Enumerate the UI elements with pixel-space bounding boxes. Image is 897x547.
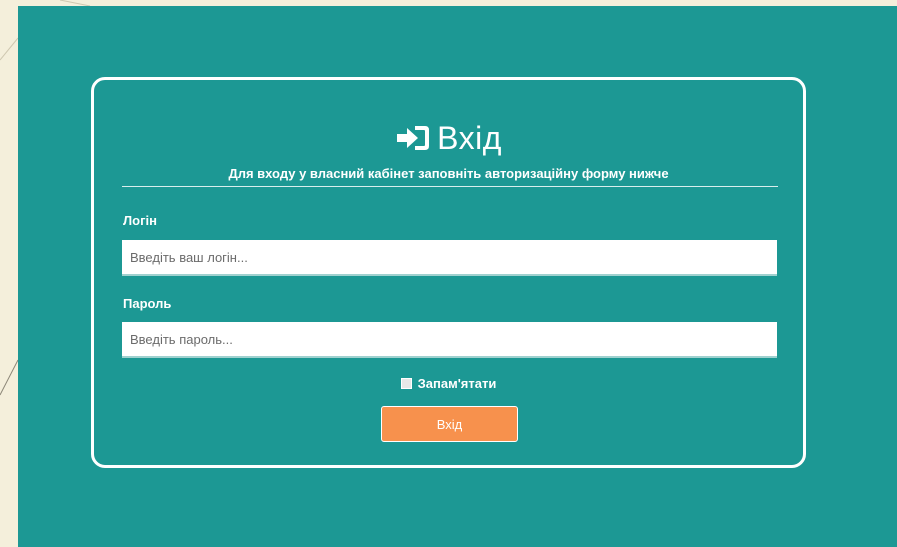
remember-me: Запам'ятати [94,376,803,391]
login-title-text: Вхід [437,119,502,156]
remember-me-checkbox[interactable] [400,378,412,389]
login-input[interactable] [122,240,777,276]
sign-in-icon [397,126,430,150]
password-input[interactable] [122,322,777,358]
password-label: Пароль [123,296,172,311]
remember-me-label[interactable]: Запам'ятати [418,376,497,391]
login-title: Вхід [94,116,803,160]
login-submit-button[interactable]: Вхід [381,406,518,442]
title-divider [122,186,778,187]
login-card: Вхід Для входу у власний кабінет заповні… [91,77,806,468]
login-page-background: Вхід Для входу у власний кабінет заповні… [18,6,897,547]
login-label: Логін [123,213,157,228]
login-subtitle: Для входу у власний кабінет заповніть ав… [228,166,669,181]
